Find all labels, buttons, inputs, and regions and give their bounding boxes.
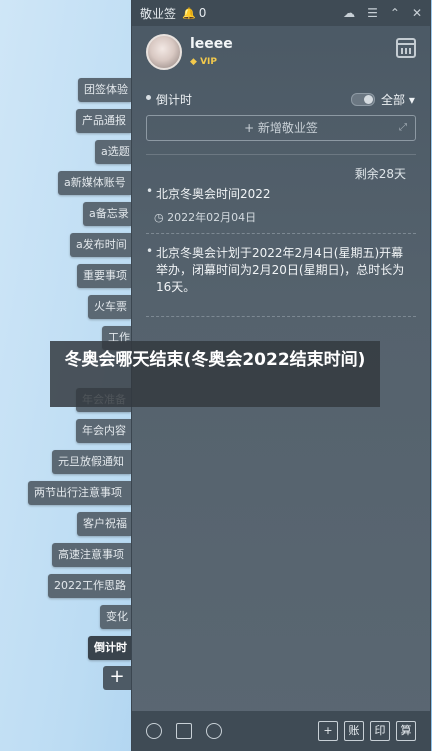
search-icon[interactable] — [206, 723, 222, 739]
tab-item[interactable]: 两节出行注意事项 — [28, 481, 131, 505]
tab-item[interactable]: 元旦放假通知 — [52, 450, 131, 474]
filter-dropdown[interactable]: 全部 ▾ — [381, 91, 415, 108]
tab-item[interactable]: a选题 — [95, 140, 131, 164]
bell-icon[interactable]: 🔔 — [182, 7, 196, 20]
tab-item[interactable]: 团签体验 — [78, 78, 131, 102]
username: leeee — [190, 36, 233, 52]
add-tab-button[interactable]: + — [103, 666, 131, 690]
note-title[interactable]: 北京冬奥会时间2022 — [156, 185, 271, 202]
clock-icon[interactable] — [146, 723, 162, 739]
bullet: • — [146, 184, 154, 198]
tab-item[interactable]: 客户祝福 — [77, 512, 131, 536]
add-note-button[interactable]: + 新增敬业签 ⤢ — [146, 115, 416, 141]
calculate-button[interactable]: 算 — [396, 721, 416, 741]
tab-item-active[interactable]: 倒计时 — [88, 636, 131, 660]
remaining-days: 剩余28天 — [354, 167, 406, 181]
note-body[interactable]: 北京冬奥会计划于2022年2月4日(星期五)开幕举办，闭幕时间为2月20日(星期… — [156, 245, 406, 296]
chevron-up-icon[interactable]: ⌃ — [390, 6, 400, 20]
section-header: 倒计时 全部 ▾ — [132, 86, 430, 112]
vip-badge: ◆ VIP — [190, 57, 217, 67]
chevron-down-icon: ▾ — [408, 93, 415, 107]
bullet: • — [146, 244, 154, 258]
tab-item[interactable]: 2022工作思路 — [48, 574, 131, 598]
profile: leeee ◆ VIP — [132, 26, 430, 86]
tab-item[interactable]: a备忘录 — [83, 202, 131, 226]
note-date: ◷ 2022年02月04日 — [154, 211, 257, 224]
view-toggle[interactable] — [351, 93, 375, 106]
tab-item[interactable]: 火车票 — [88, 295, 131, 319]
tab-item[interactable]: 变化 — [100, 605, 131, 629]
ledger-button[interactable]: 账 — [344, 721, 364, 741]
notification-count: 0 — [198, 6, 207, 20]
note-separator — [146, 233, 416, 234]
cloud-icon[interactable]: ☁ — [343, 6, 355, 20]
tab-item[interactable]: a发布时间 — [70, 233, 131, 257]
tab-item[interactable]: a新媒体账号 — [58, 171, 131, 195]
diamond-icon: ◆ — [190, 57, 197, 67]
note-separator — [146, 316, 416, 317]
print-button[interactable]: 印 — [370, 721, 390, 741]
app-title: 敬业签 — [140, 6, 177, 21]
bottom-toolbar: + 账 印 算 — [132, 711, 430, 751]
checkbox-icon[interactable] — [176, 723, 192, 739]
tab-item[interactable]: 高速注意事项 — [52, 543, 131, 567]
overlay-title: 冬奥会哪天结束(冬奥会2022结束时间) — [50, 341, 380, 407]
tab-item[interactable]: 重要事项 — [77, 264, 131, 288]
divider — [146, 154, 416, 155]
tab-item[interactable]: 产品通报 — [76, 109, 131, 133]
section-title: 倒计时 — [156, 93, 193, 107]
expand-icon[interactable]: ⤢ — [399, 116, 407, 140]
dot-icon — [146, 95, 151, 100]
tab-item[interactable]: 年会内容 — [76, 419, 131, 443]
calendar-icon[interactable] — [396, 38, 416, 58]
avatar[interactable] — [146, 34, 182, 70]
add-button[interactable]: + — [318, 721, 338, 741]
close-icon[interactable]: ✕ — [412, 6, 422, 20]
menu-icon[interactable]: ☰ — [367, 6, 378, 20]
clock-icon: ◷ — [154, 211, 164, 224]
title-bar: 敬业签 🔔 0 ☁ ☰ ⌃ ✕ — [132, 0, 430, 26]
